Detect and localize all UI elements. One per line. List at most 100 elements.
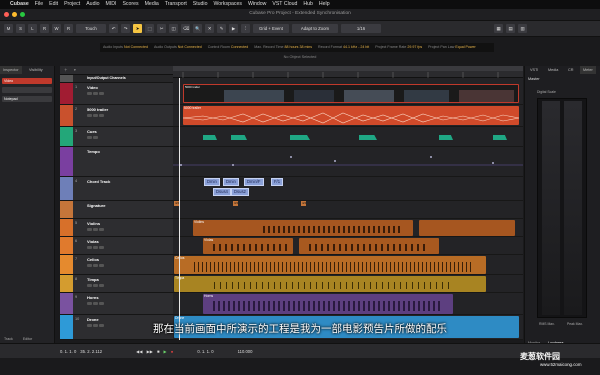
track-video[interactable]: 1 Video: [60, 83, 173, 105]
tab-cr[interactable]: CR: [565, 66, 576, 74]
split-tool-icon[interactable]: ✂: [157, 24, 166, 33]
signature-event[interactable]: 4/4: [301, 201, 307, 206]
midi-part[interactable]: Violas: [203, 238, 293, 254]
window-layout-icon[interactable]: ▦: [494, 24, 503, 33]
signature-event[interactable]: 3/4: [233, 201, 239, 206]
inspector-video-section[interactable]: Video: [2, 78, 52, 84]
menu-item[interactable]: Studio: [193, 0, 208, 9]
undo-icon[interactable]: ↶: [109, 24, 118, 33]
track-violins[interactable]: 5 Violins: [60, 219, 173, 237]
midi-part[interactable]: Violins: [193, 220, 413, 236]
track-violas[interactable]: 6 Violas: [60, 237, 173, 255]
stop-icon[interactable]: ■: [157, 349, 160, 354]
track-controls[interactable]: [87, 264, 104, 267]
snap-icon[interactable]: ⫶: [241, 24, 250, 33]
tab-inspector[interactable]: Inspector: [0, 66, 22, 74]
show-rightzone-icon[interactable]: ▥: [518, 24, 527, 33]
automation-mode-select[interactable]: Touch: [76, 24, 106, 33]
erase-tool-icon[interactable]: ⌫: [181, 24, 190, 33]
glue-tool-icon[interactable]: ◫: [169, 24, 178, 33]
right-locator[interactable]: 35. 2. 2.112: [80, 349, 102, 354]
show-inspector-icon[interactable]: ▤: [506, 24, 515, 33]
track-controls[interactable]: [87, 302, 104, 305]
menu-item[interactable]: Cubase: [10, 0, 29, 9]
solo-button[interactable]: S: [16, 24, 25, 33]
quantize-preset-select[interactable]: 1/16: [341, 24, 381, 33]
midi-part[interactable]: Cellos: [174, 256, 486, 274]
snap-type-select[interactable]: Grid + Event: [253, 24, 289, 33]
chord-event[interactable]: Dsus4: [213, 188, 231, 196]
track-controls[interactable]: [87, 136, 98, 139]
draw-tool-icon[interactable]: ✎: [217, 24, 226, 33]
zoom-tool-icon[interactable]: 🔍: [193, 24, 202, 33]
menu-item[interactable]: Transport: [165, 0, 187, 9]
track-horns[interactable]: 9 Horns: [60, 293, 173, 315]
grid-type-select[interactable]: Adapt to Zoom: [292, 24, 338, 33]
menu-item[interactable]: VST Cloud: [272, 0, 297, 9]
track-cellos[interactable]: 7 Cellos: [60, 255, 173, 275]
tempo-display[interactable]: 110.000: [238, 349, 253, 354]
track-timpa[interactable]: 8 Timpa: [60, 275, 173, 293]
primary-time-display[interactable]: 0. 1. 1. 0: [197, 349, 213, 354]
track-controls[interactable]: [87, 228, 104, 231]
track-tempo[interactable]: Tempo: [60, 147, 173, 177]
record-icon[interactable]: ●: [171, 349, 174, 354]
menu-item[interactable]: File: [35, 0, 43, 9]
menu-item[interactable]: Hub: [303, 0, 313, 9]
chord-event[interactable]: Dmin: [223, 178, 239, 186]
menu-item[interactable]: Edit: [49, 0, 58, 9]
tab-visibility[interactable]: Visibility: [26, 66, 46, 74]
cue-marker[interactable]: [359, 135, 377, 140]
mute-tool-icon[interactable]: ✕: [205, 24, 214, 33]
menu-item[interactable]: Help: [319, 0, 330, 9]
chord-event[interactable]: Dsus2: [231, 188, 249, 196]
track-controls[interactable]: [87, 284, 104, 287]
track-controls[interactable]: [87, 92, 104, 95]
left-locator[interactable]: 0. 1. 1. 0: [60, 349, 76, 354]
tab-media[interactable]: Media: [545, 66, 561, 74]
cue-marker[interactable]: [439, 135, 453, 140]
tab-meter[interactable]: Meter: [580, 66, 596, 74]
add-track-icon[interactable]: ＋: [64, 68, 68, 73]
midi-part[interactable]: Timpa: [174, 276, 486, 292]
event-display[interactable]: 5000 trailer 5000 trailer Dmin Dmin Dmin…: [173, 78, 523, 340]
menu-item[interactable]: Media: [145, 0, 159, 9]
menu-item[interactable]: Project: [64, 0, 80, 9]
cue-marker[interactable]: [231, 135, 247, 140]
inspector-notepad-section[interactable]: Notepad: [2, 96, 52, 102]
chord-event[interactable]: F/1: [271, 178, 284, 186]
track-controls[interactable]: [87, 114, 104, 117]
range-tool-icon[interactable]: ⬚: [145, 24, 154, 33]
track-chord[interactable]: 4 Chord Track: [60, 177, 173, 201]
play-tool-icon[interactable]: ▶: [229, 24, 238, 33]
midi-part[interactable]: [419, 220, 515, 236]
track-audio-trailer[interactable]: 2 5000 trailer: [60, 105, 173, 127]
cue-marker[interactable]: [493, 135, 507, 140]
menu-item[interactable]: MIDI: [106, 0, 117, 9]
track-controls[interactable]: [87, 246, 104, 249]
record-button[interactable]: R: [64, 24, 73, 33]
menu-item[interactable]: Workspaces: [213, 0, 241, 9]
audio-event[interactable]: 5000 trailer: [183, 106, 519, 125]
track-signature[interactable]: Signature: [60, 201, 173, 219]
tab-vsti[interactable]: VSTi: [527, 66, 541, 74]
chord-event[interactable]: Dmin/F: [244, 178, 264, 186]
write-button[interactable]: W: [52, 24, 61, 33]
midi-part[interactable]: [299, 238, 439, 254]
video-event[interactable]: 5000 trailer: [183, 84, 519, 103]
cue-marker[interactable]: [203, 135, 217, 140]
listen-button[interactable]: L: [28, 24, 37, 33]
chord-event[interactable]: Dmin: [204, 178, 220, 186]
track-cues[interactable]: 3 Cues: [60, 127, 173, 147]
play-icon[interactable]: ▶: [164, 349, 167, 354]
timeline-ruler[interactable]: [173, 66, 523, 78]
mute-button[interactable]: M: [4, 24, 13, 33]
redo-icon[interactable]: ↷: [121, 24, 130, 33]
midi-part[interactable]: Horns: [203, 294, 453, 314]
forward-icon[interactable]: ▶▶: [147, 349, 153, 354]
read-button[interactable]: R: [40, 24, 49, 33]
object-selection-tool-icon[interactable]: ➤: [133, 24, 142, 33]
menu-item[interactable]: Audio: [86, 0, 99, 9]
filter-icon[interactable]: ▾: [74, 68, 76, 72]
cue-marker[interactable]: [290, 135, 310, 140]
